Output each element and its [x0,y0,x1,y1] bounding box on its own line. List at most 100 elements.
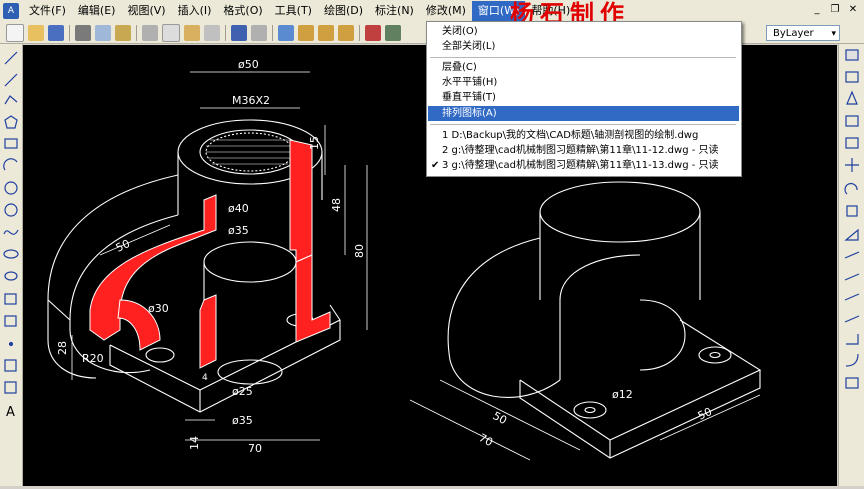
dim-d30: ø30 [148,302,169,315]
menu-close[interactable]: 关闭(O) [428,24,739,39]
menu-bar: A 文件(F) 编辑(E) 视图(V) 插入(I) 格式(O) 工具(T) 绘图… [0,0,864,23]
autocad-app-icon[interactable]: A [3,3,19,19]
dim-m36x2: M36X2 [232,94,270,107]
new-icon[interactable] [6,23,24,42]
menu-dimension[interactable]: 标注(N) [369,1,420,21]
copy-object-icon [845,71,859,83]
menu-cascade[interactable]: 层叠(C) [428,60,739,75]
mirror-icon [846,90,858,105]
point-icon [8,341,14,347]
menu-separator [430,124,736,125]
rectangle-icon [4,138,18,149]
polyline-icon [4,95,18,105]
dim-50-right: 50 [491,409,509,427]
menu-insert[interactable]: 插入(I) [172,1,218,21]
zoom-realtime-icon[interactable] [298,24,314,41]
dim-48: 48 [330,198,343,212]
restore-icon[interactable]: ❐ [828,3,842,17]
undo-icon[interactable] [231,24,247,41]
zoom-previous-icon[interactable] [338,24,354,41]
left-dimension-lines [71,71,368,441]
polygon-icon [4,115,18,129]
minimize-icon[interactable]: _ [810,3,824,17]
dim-d50: ø50 [238,58,259,71]
match-properties-icon[interactable] [204,24,220,41]
dim-4: 4 [202,373,208,383]
dim-d25: ø25 [232,385,253,398]
pan-icon[interactable] [278,24,294,41]
line-icon [4,51,18,65]
move-icon [845,158,859,172]
paste-icon[interactable] [184,24,200,41]
donut-icon [4,203,18,217]
join-icon [844,315,860,323]
bore-ellipse [203,241,297,283]
publish-icon[interactable] [115,24,131,41]
redo-icon[interactable] [251,24,267,41]
trim-icon [844,251,860,259]
dim-r20: R20 [82,352,104,365]
cut-icon[interactable] [142,24,158,41]
menu-tools[interactable]: 工具(T) [269,1,318,21]
modify-toolbar [838,44,864,486]
multiline-text-icon: A [6,405,15,420]
arc-icon [3,158,18,171]
menu-view[interactable]: 视图(V) [121,1,171,21]
dim-50-right-2: 50 [696,405,714,423]
menu-recent-file-3-label: 3 g:\待整理\cad机械制图习题精解\第11章\11-13.dwg - 只读 [442,160,719,171]
rotate-icon [844,182,858,195]
menu-recent-file-2[interactable]: 2 g:\待整理\cad机械制图习题精解\第11章\11-12.dwg - 只读 [428,143,739,158]
window-menu-dropdown: 关闭(O) 全部关闭(L) 层叠(C) 水平平铺(H) 垂直平铺(T) 排列图标… [426,21,742,177]
dim-70-left: 70 [248,442,262,455]
menu-format[interactable]: 格式(O) [217,1,268,21]
design-center-icon[interactable] [385,24,401,41]
erase-icon [845,49,859,61]
menu-recent-file-1[interactable]: 1 D:\Backup\我的文档\CAD标题\轴测剖视图的绘制.dwg [428,128,739,143]
menu-close-all[interactable]: 全部关闭(L) [428,39,739,54]
circle-icon [4,181,18,195]
zoom-window-icon[interactable] [318,24,334,41]
save-icon[interactable] [48,24,64,41]
ellipse-icon [3,249,19,259]
stretch-icon [844,228,859,241]
spline-icon [3,229,19,235]
insert-block-icon [4,293,17,305]
menu-arrange-icons[interactable]: 排列图标(A) [428,106,739,121]
region-icon [4,381,17,394]
extend-icon [844,273,860,281]
construction-line-icon [4,73,18,87]
dim-d40: ø40 [228,202,249,215]
make-block-icon [4,315,17,327]
menu-modify[interactable]: 修改(M) [420,1,472,21]
ellipse-arc-icon [4,271,18,281]
print-preview-icon[interactable] [95,24,111,41]
menu-recent-file-3[interactable]: ✔ 3 g:\待整理\cad机械制图习题精解\第11章\11-13.dwg - … [428,158,739,173]
menu-separator [430,57,736,58]
section-hatch-fill [89,139,331,369]
menu-draw[interactable]: 绘图(D) [318,1,369,21]
dim-15: 15 [308,136,321,150]
dim-28: 28 [56,341,69,355]
array-icon [845,137,859,149]
dim-14: 14 [188,436,201,450]
menu-tile-horizontal[interactable]: 水平平铺(H) [428,75,739,90]
print-icon[interactable] [75,24,91,41]
draw-toolbar-icons: A [3,51,19,420]
offset-icon [845,115,859,127]
fillet-icon [845,353,859,367]
copy-icon[interactable] [162,23,180,42]
chamfer-icon [846,334,859,345]
close-icon[interactable]: ✕ [846,3,860,17]
draw-toolbar: A [0,44,23,486]
hatch-icon [4,359,17,372]
menu-edit[interactable]: 编辑(E) [72,1,122,21]
menu-file[interactable]: 文件(F) [23,1,72,21]
properties-icon[interactable] [365,24,381,41]
dim-d35: ø35 [228,224,249,237]
modify-toolbar-icons [844,49,860,389]
dim-70-right: 70 [477,431,495,449]
dim-80: 80 [353,244,366,258]
menu-tile-vertical[interactable]: 垂直平铺(T) [428,90,739,105]
open-icon[interactable] [28,24,44,41]
layer-dropdown[interactable]: ByLayer [766,25,840,42]
